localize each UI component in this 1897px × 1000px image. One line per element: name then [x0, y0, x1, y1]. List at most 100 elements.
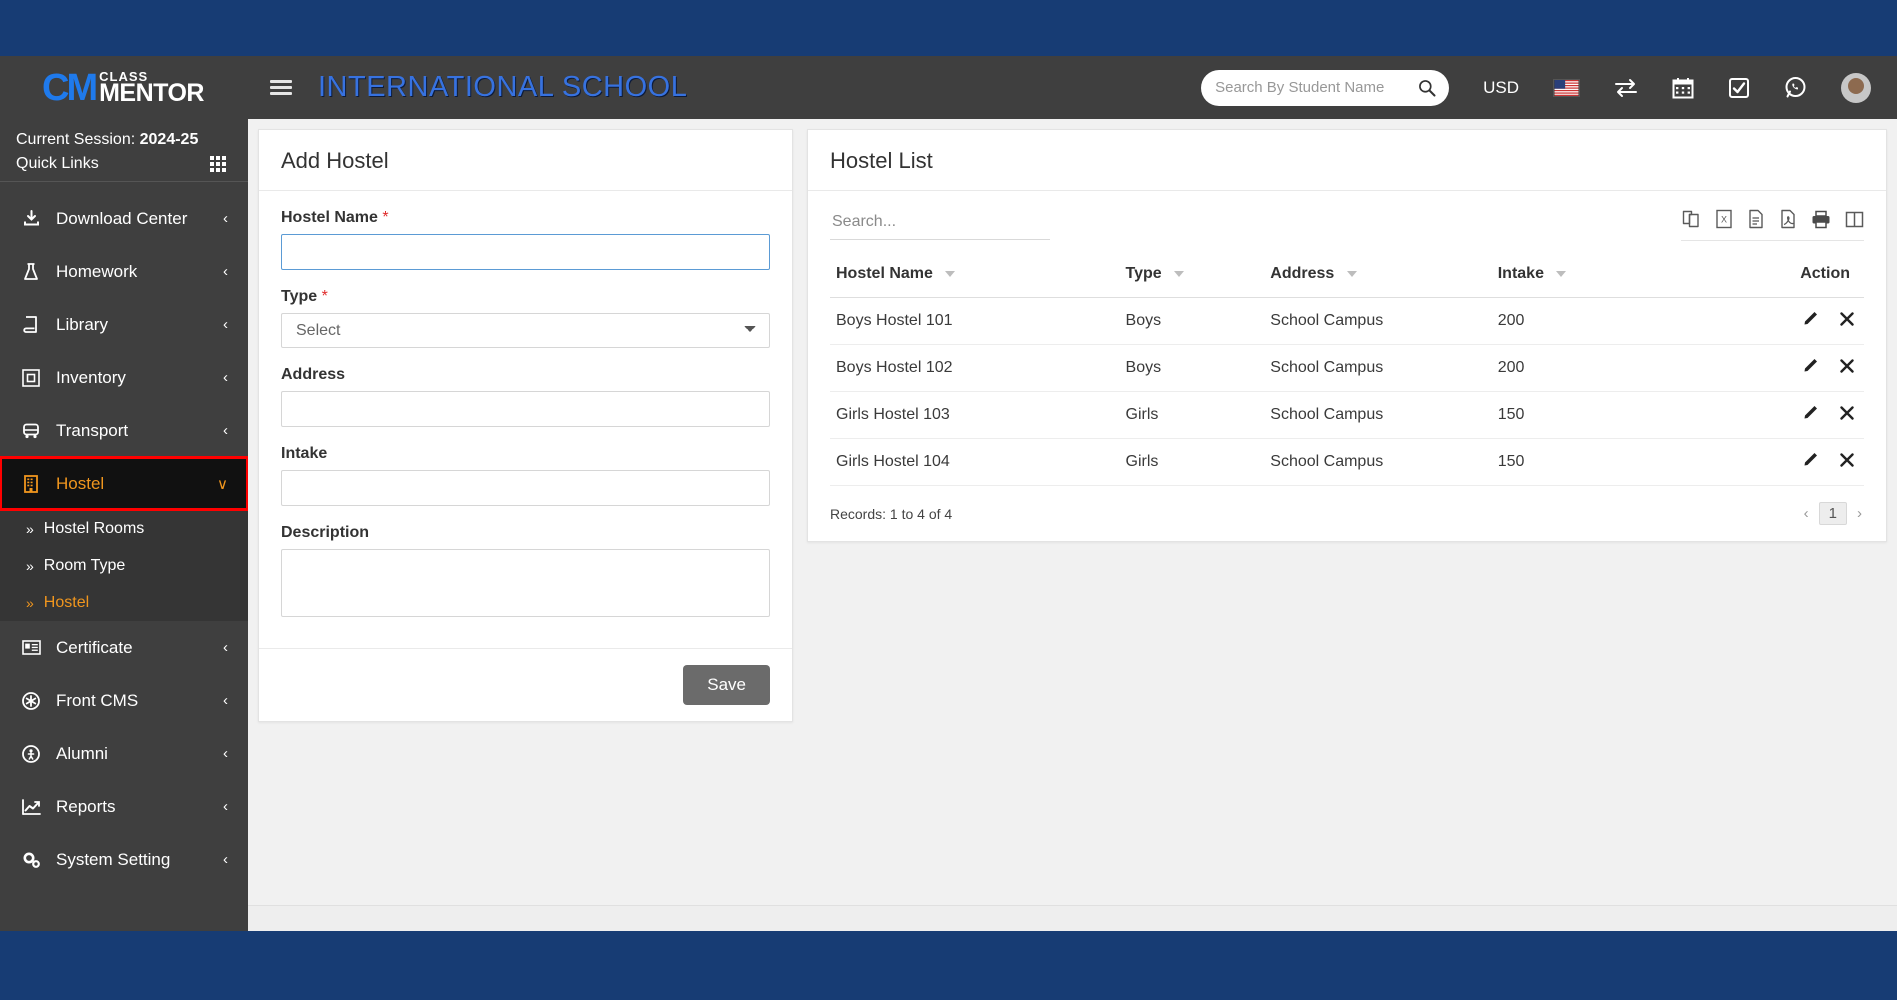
intake-label: Intake — [281, 445, 328, 462]
table-search-input[interactable] — [830, 209, 1050, 240]
copy-icon[interactable] — [1681, 209, 1701, 234]
column-visibility-icon[interactable] — [1845, 210, 1864, 234]
sidebar-item-system-setting[interactable]: System Setting ‹ — [0, 833, 248, 886]
sort-caret-icon[interactable] — [1174, 270, 1185, 277]
table-row: Girls Hostel 104 Girls School Campus 150 — [830, 438, 1864, 486]
sidebar-subitem-label: Hostel — [43, 593, 90, 611]
col-address[interactable]: Address — [1264, 255, 1492, 298]
export-buttons: X — [1681, 209, 1864, 241]
sidebar-divider — [0, 181, 248, 182]
hostel-list-body: X — [808, 191, 1886, 541]
exchange-icon[interactable] — [1614, 78, 1638, 98]
content-bottom-strip — [248, 905, 1897, 931]
session-box: Current Session: 2024-25 Quick Links — [0, 119, 248, 190]
sort-caret-icon[interactable] — [1556, 270, 1567, 277]
cell-hostel-name: Girls Hostel 104 — [830, 438, 1120, 486]
delete-icon[interactable] — [1840, 405, 1854, 425]
calendar-icon[interactable] — [1672, 77, 1694, 99]
sort-caret-icon[interactable] — [1346, 270, 1357, 277]
type-select[interactable]: Select — [281, 313, 770, 348]
col-action: Action — [1719, 255, 1864, 298]
hamburger-bar — [270, 92, 292, 95]
sidebar-item-label: Download Center — [56, 208, 188, 228]
search-icon[interactable] — [1417, 78, 1437, 98]
sidebar-item-homework[interactable]: Homework ‹ — [0, 245, 248, 298]
sidebar: Current Session: 2024-25 Quick Links Dow… — [0, 119, 248, 931]
edit-icon[interactable] — [1803, 405, 1818, 425]
field-address: Address — [281, 366, 770, 427]
next-page-button[interactable]: › — [1855, 505, 1864, 522]
svg-text:X: X — [1721, 215, 1727, 225]
cell-intake: 150 — [1491, 438, 1720, 486]
sidebar-item-transport[interactable]: Transport ‹ — [0, 404, 248, 457]
sidebar-item-download-center[interactable]: Download Center ‹ — [0, 192, 248, 245]
prev-page-button[interactable]: ‹ — [1802, 505, 1811, 522]
hostel-table: Hostel Name Type Address Intake Action B… — [830, 255, 1864, 486]
chevron-left-icon: ‹ — [223, 316, 228, 333]
currency-selector[interactable]: USD — [1483, 78, 1519, 98]
sidebar-item-certificate[interactable]: Certificate ‹ — [0, 621, 248, 674]
sidebar-item-alumni[interactable]: Alumni ‹ — [0, 727, 248, 780]
print-icon[interactable] — [1811, 210, 1831, 234]
whatsapp-icon[interactable] — [1784, 76, 1807, 99]
col-hostel-name[interactable]: Hostel Name — [830, 255, 1120, 298]
bus-icon — [20, 423, 42, 439]
sort-caret-icon[interactable] — [945, 270, 956, 277]
col-intake[interactable]: Intake — [1491, 255, 1720, 298]
task-check-icon[interactable] — [1728, 77, 1750, 99]
global-search[interactable] — [1201, 69, 1450, 106]
hostel-name-input[interactable] — [281, 234, 770, 270]
excel-icon[interactable]: X — [1715, 209, 1733, 234]
cell-action — [1719, 297, 1864, 345]
sidebar-item-label: Reports — [56, 796, 116, 816]
sidebar-item-inventory[interactable]: Inventory ‹ — [0, 351, 248, 404]
sidebar-item-reports[interactable]: Reports ‹ — [0, 780, 248, 833]
person-circle-icon — [20, 744, 42, 763]
edit-icon[interactable] — [1803, 452, 1818, 472]
description-textarea[interactable] — [281, 549, 770, 617]
cell-intake: 200 — [1491, 297, 1720, 345]
form-footer: Save — [259, 648, 792, 721]
csv-icon[interactable] — [1747, 209, 1765, 234]
sidebar-item-label: Library — [56, 314, 108, 334]
address-label: Address — [281, 366, 346, 383]
delete-icon[interactable] — [1840, 452, 1854, 472]
address-input[interactable] — [281, 391, 770, 427]
search-input[interactable] — [1213, 78, 1418, 97]
top-navy-strip — [0, 0, 1897, 56]
quick-links[interactable]: Quick Links — [0, 153, 248, 177]
avatar[interactable] — [1841, 72, 1871, 103]
grid-icon[interactable] — [210, 156, 226, 172]
table-head: Hostel Name Type Address Intake Action — [830, 255, 1864, 298]
intake-input[interactable] — [281, 470, 770, 506]
sidebar-toggle-icon[interactable] — [270, 77, 292, 98]
save-button[interactable]: Save — [683, 665, 770, 705]
sidebar-item-library[interactable]: Library ‹ — [0, 298, 248, 351]
language-flag[interactable] — [1553, 78, 1580, 97]
sidebar-item-hostel-rooms[interactable]: » Hostel Rooms — [0, 510, 248, 547]
quick-links-label: Quick Links — [16, 155, 99, 172]
pdf-icon[interactable] — [1779, 209, 1797, 234]
id-card-icon — [20, 640, 42, 655]
col-label: Hostel Name — [836, 265, 933, 282]
delete-icon[interactable] — [1840, 358, 1854, 378]
page-1-button[interactable]: 1 — [1818, 502, 1847, 525]
delete-icon[interactable] — [1840, 311, 1854, 331]
brand-logo[interactable]: CM CLASS MENTOR — [0, 56, 248, 119]
records-info: Records: 1 to 4 of 4 — [830, 505, 953, 522]
edit-icon[interactable] — [1803, 358, 1818, 378]
col-type[interactable]: Type — [1119, 255, 1265, 298]
chevron-left-icon: ‹ — [223, 798, 228, 815]
field-type: Type * Select — [281, 288, 770, 348]
cell-address: School Campus — [1264, 438, 1492, 486]
sidebar-item-front-cms[interactable]: Front CMS ‹ — [0, 674, 248, 727]
user-avatar-image — [1841, 72, 1871, 103]
sidebar-item-hostel[interactable]: Hostel ∨ — [0, 456, 248, 511]
building-icon — [20, 474, 42, 493]
sidebar-item-label: Homework — [56, 261, 138, 281]
sidebar-item-room-type[interactable]: » Room Type — [0, 547, 248, 584]
sidebar-item-hostel-sub[interactable]: » Hostel — [0, 584, 248, 621]
edit-icon[interactable] — [1803, 311, 1818, 331]
double-chevron-icon: » — [26, 557, 34, 574]
cell-address: School Campus — [1264, 344, 1492, 392]
